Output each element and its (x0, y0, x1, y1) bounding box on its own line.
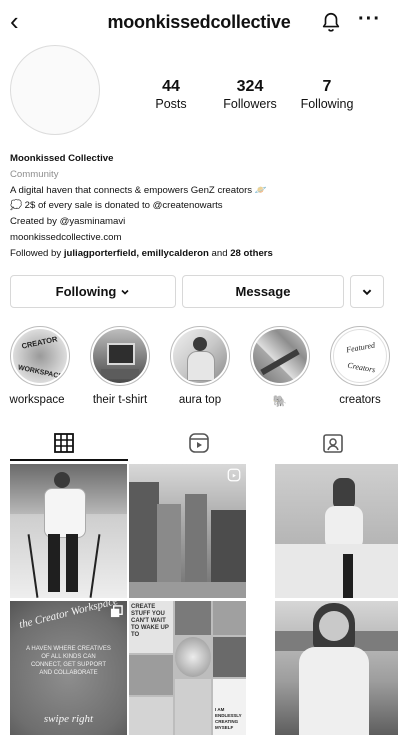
post-thumbnail[interactable] (10, 464, 127, 598)
profile-bio: Moonkissed Collective Community A digita… (10, 151, 390, 262)
followed-by[interactable]: Followed by juliagporterfield, emillycal… (10, 246, 390, 262)
highlight-label: their t-shirt (92, 394, 148, 406)
chevron-down-icon (121, 289, 129, 295)
highlight-aura-top[interactable]: aura top (168, 326, 232, 406)
highlight-label: creators (339, 394, 381, 406)
post-thumbnail[interactable] (275, 464, 398, 598)
posts-label: Posts (155, 97, 187, 111)
profile-category: Community (10, 168, 59, 180)
highlight-cover: CREATOR WORKSPACE (13, 329, 67, 383)
posts-stat[interactable]: 44 Posts (150, 78, 192, 111)
tagged-icon[interactable] (322, 432, 344, 454)
highlight-elephant[interactable]: 🐘 (248, 326, 312, 408)
avatar[interactable] (10, 45, 100, 135)
followed-prefix: Followed by (10, 247, 64, 259)
carousel-icon (110, 605, 123, 618)
svg-text:WORKSPACE: WORKSPACE (17, 364, 64, 380)
reels-icon[interactable] (188, 432, 210, 454)
followed-names: juliagporterfield, emillycalderon (63, 247, 209, 259)
followed-mid: and (208, 247, 231, 259)
svg-text:Creators: Creators (347, 361, 376, 375)
post-footer: I AM ENDLESSLY CREATING MYSELF (215, 707, 242, 730)
followed-others: 28 others (230, 247, 273, 259)
following-label: Following (300, 97, 354, 111)
bio-line-1: A digital haven that connects & empowers… (10, 184, 267, 196)
highlight-cover: Featured Creators (333, 329, 387, 383)
more-icon[interactable]: ··· (358, 8, 381, 31)
active-tab-indicator (10, 459, 128, 461)
post-thumbnail[interactable]: the Creator Workspace A HAVEN WHERE CREA… (10, 601, 127, 735)
svg-text:Featured: Featured (345, 340, 377, 354)
highlight-ring: CREATOR WORKSPACE (10, 326, 70, 386)
highlight-label: 🐘 (272, 396, 288, 408)
bio-line-3: Created by @yasminamavi (10, 216, 126, 228)
post-title: the Creator Workspace (17, 601, 120, 632)
followers-stat[interactable]: 324 Followers (220, 78, 280, 111)
highlight-cover (173, 329, 227, 383)
highlight-ring (170, 326, 230, 386)
highlight-their-tshirt[interactable]: their t-shirt (88, 326, 152, 406)
svg-text:CREATOR: CREATOR (21, 334, 59, 350)
post-thumbnail[interactable]: CREATE STUFF YOU CAN'T WAIT TO WAKE UP T… (129, 601, 246, 735)
highlight-ring (90, 326, 150, 386)
highlight-label: aura top (178, 394, 222, 406)
highlight-ring (250, 326, 310, 386)
message-button-label: Message (235, 284, 291, 299)
profile-display-name: Moonkissed Collective (10, 153, 114, 164)
following-button-label: Following (55, 284, 117, 299)
message-button[interactable]: Message (182, 275, 344, 308)
highlight-cover (253, 329, 307, 383)
post-footer: swipe right (43, 713, 94, 725)
suggested-button[interactable] (350, 275, 384, 308)
following-count: 7 (322, 78, 332, 95)
post-thumbnail[interactable] (129, 464, 246, 598)
highlight-ring: Featured Creators (330, 326, 390, 386)
top-bar: ‹ moonkissedcollective ··· (0, 0, 398, 46)
post-thumbnail[interactable] (275, 601, 398, 735)
following-stat[interactable]: 7 Following (296, 78, 358, 111)
following-button[interactable]: Following (10, 275, 176, 308)
creators-cover-art: Featured Creators (345, 340, 377, 375)
bio-link[interactable]: moonkissedcollective.com (10, 230, 390, 246)
posts-count: 44 (162, 78, 180, 95)
highlight-workspace[interactable]: CREATOR WORKSPACE workspace (8, 326, 72, 406)
post-body: A HAVEN WHERE CREATIVES OF ALL KINDS CAN… (26, 646, 111, 676)
bell-icon[interactable] (320, 10, 342, 34)
bio-line-2: 💭 2$ of every sale is donated to @create… (10, 200, 223, 212)
followers-count: 324 (236, 78, 264, 95)
reels-icon (227, 468, 241, 482)
highlight-creators[interactable]: Featured Creators creators (328, 326, 392, 406)
chevron-down-icon (362, 289, 372, 295)
post-title: CREATE STUFF YOU CAN'T WAIT TO WAKE UP T… (131, 604, 169, 638)
highlight-label: workspace (9, 394, 65, 406)
highlight-cover (93, 329, 147, 383)
grid-icon[interactable] (53, 432, 75, 454)
followers-label: Followers (223, 97, 277, 111)
workspace-cover-art: CREATOR WORKSPACE (17, 334, 64, 381)
